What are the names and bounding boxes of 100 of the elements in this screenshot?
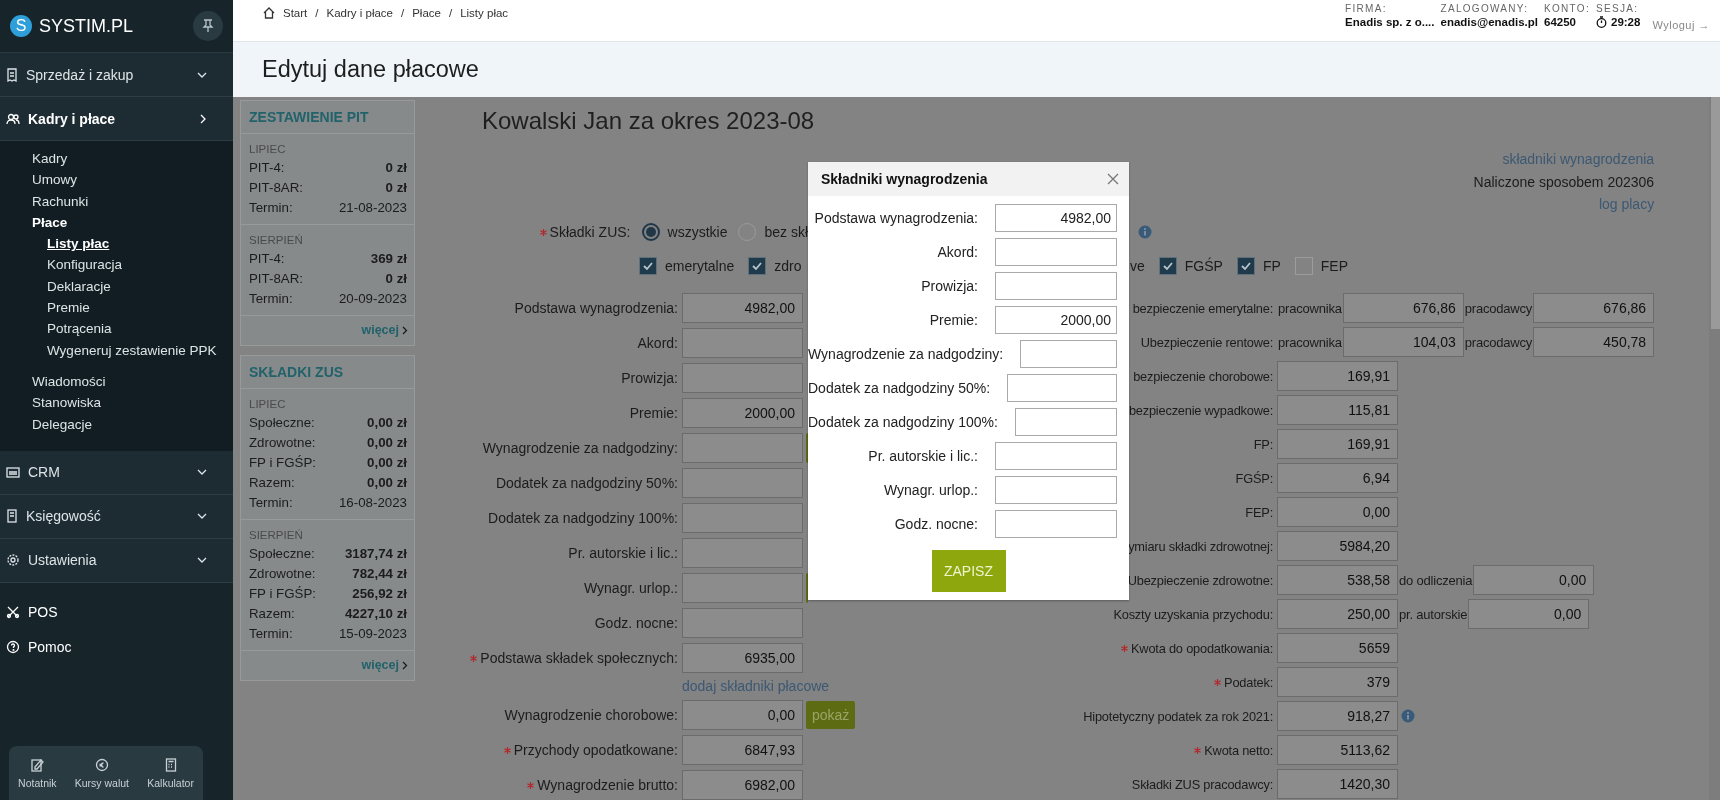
pin-button[interactable] xyxy=(193,11,223,41)
input-field[interactable]: 5659 xyxy=(1277,633,1398,663)
input-field[interactable]: 0,00 xyxy=(1468,599,1590,629)
field-label: Akord: xyxy=(637,335,678,351)
input-field[interactable]: 169,91 xyxy=(1277,429,1398,459)
input-field[interactable] xyxy=(1007,374,1117,402)
submenu-item[interactable]: Umowy xyxy=(0,169,233,191)
checkbox[interactable] xyxy=(639,257,657,276)
tool-button[interactable]: Kalkulator xyxy=(145,753,196,793)
menu-section[interactable]: Sprzedaż i zakup xyxy=(0,53,233,97)
input-field[interactable]: 450,78 xyxy=(1533,327,1655,357)
checkbox[interactable] xyxy=(748,257,767,276)
input-field[interactable]: 676,86 xyxy=(1533,293,1655,323)
submenu-item[interactable]: Premie xyxy=(0,297,233,319)
input-field[interactable]: 2000,00 xyxy=(995,306,1117,334)
input-field[interactable]: 6982,00 xyxy=(682,770,803,800)
menu-section[interactable]: Ustawienia xyxy=(0,538,233,583)
menu-section[interactable]: CRM xyxy=(0,450,233,495)
input-field[interactable]: 169,91 xyxy=(1277,361,1398,391)
summary-label: Razem: xyxy=(249,474,295,492)
input-field[interactable] xyxy=(682,468,803,498)
field-label: Pr. autorskie i lic.: xyxy=(568,545,678,561)
input-field[interactable]: 6847,93 xyxy=(682,735,803,765)
info-icon xyxy=(1138,225,1152,240)
input-field[interactable]: 918,27 xyxy=(1277,701,1398,731)
submenu-item[interactable]: Wygeneruj zestawienie PPK xyxy=(0,339,233,361)
submenu-item[interactable]: Rachunki xyxy=(0,190,233,212)
tool-button[interactable]: Notatnik xyxy=(16,753,59,793)
submenu-item[interactable]: Kadry xyxy=(0,148,233,170)
input-field[interactable] xyxy=(682,573,803,603)
card-title: ZESTAWIENIE PIT xyxy=(241,101,414,134)
field-label: Pr. autorskie i lic.: xyxy=(868,448,978,464)
input-field[interactable] xyxy=(682,608,803,638)
input-field[interactable] xyxy=(682,503,803,533)
input-field[interactable]: 2000,00 xyxy=(682,398,803,428)
input-field[interactable]: 0,00 xyxy=(1473,565,1595,595)
input-field[interactable] xyxy=(995,442,1117,470)
input-field[interactable] xyxy=(682,433,803,463)
field-label: Kwota netto: xyxy=(1204,742,1273,758)
breadcrumb-link[interactable]: Start xyxy=(283,7,308,19)
summary-label: FP i FGŚP: xyxy=(249,454,316,472)
logout-link[interactable]: Wyloguj → xyxy=(1652,19,1710,41)
breadcrumb-link[interactable]: Płace xyxy=(412,7,441,19)
input-field[interactable]: 6935,00 xyxy=(682,643,803,673)
note-icon xyxy=(30,757,45,772)
input-field[interactable]: 379 xyxy=(1277,667,1398,697)
submenu-item[interactable]: Potrącenia xyxy=(0,318,233,340)
menu-link[interactable]: POS xyxy=(0,594,233,630)
input-field[interactable]: 104,03 xyxy=(1342,327,1464,357)
input-field[interactable]: 0,00 xyxy=(1277,497,1398,527)
breadcrumb-link[interactable]: Listy płac xyxy=(460,7,509,19)
scrollbar[interactable] xyxy=(1709,97,1720,800)
input-field[interactable]: 4982,00 xyxy=(995,204,1117,232)
input-field[interactable] xyxy=(682,328,803,358)
input-field[interactable]: 4982,00 xyxy=(682,293,803,323)
close-button[interactable] xyxy=(1107,173,1119,185)
submenu-item[interactable]: Deklaracje xyxy=(0,275,233,298)
menu-section[interactable]: Kadry i płace xyxy=(0,97,233,141)
checkbox[interactable] xyxy=(1158,257,1177,276)
submenu-item[interactable]: Delegacje xyxy=(0,413,233,435)
info-icon xyxy=(1401,709,1415,723)
submenu-item[interactable]: Stanowiska xyxy=(0,392,233,414)
input-field[interactable] xyxy=(1020,340,1117,368)
submenu-item[interactable]: Konfiguracja xyxy=(0,254,233,276)
checkbox-label: FGŚP xyxy=(1184,258,1223,275)
month-label: LIPIEC xyxy=(249,142,287,157)
tool-button[interactable]: Kursy walut xyxy=(72,753,132,793)
input-field[interactable] xyxy=(682,363,803,393)
checkbox[interactable] xyxy=(1236,257,1255,276)
input-field[interactable]: 538,58 xyxy=(1277,565,1398,595)
radio-button[interactable] xyxy=(641,223,660,242)
menu-section[interactable]: Księgowość xyxy=(0,494,233,539)
input-field[interactable] xyxy=(682,538,803,568)
input-field[interactable] xyxy=(995,238,1117,266)
input-field[interactable]: 250,00 xyxy=(1277,599,1398,629)
submenu-item[interactable]: Płace xyxy=(0,211,233,234)
submenu-item[interactable]: Listy płac xyxy=(0,233,233,255)
receipt-icon xyxy=(6,67,18,82)
input-field[interactable]: 0,00 xyxy=(682,700,803,730)
checkbox[interactable] xyxy=(1294,257,1313,276)
button-edge[interactable] xyxy=(806,433,808,463)
input-field[interactable] xyxy=(995,510,1117,538)
calculator-icon xyxy=(164,757,177,772)
summary-value: 0,00 zł xyxy=(367,454,407,472)
input-field[interactable]: 6,94 xyxy=(1277,463,1398,493)
required-mark-icon xyxy=(527,781,535,789)
menu-link[interactable]: Pomoc xyxy=(0,629,233,665)
input-field[interactable]: 676,86 xyxy=(1342,293,1464,323)
input-field[interactable] xyxy=(995,272,1117,300)
button-edge[interactable] xyxy=(806,573,808,603)
submenu-item[interactable]: Wiadomości xyxy=(0,370,233,393)
field-label: Prowizja: xyxy=(621,370,678,386)
input-field[interactable]: 5984,20 xyxy=(1277,531,1398,561)
field-label: Przychody opodatkowane: xyxy=(513,742,678,758)
input-field[interactable]: 5113,62 xyxy=(1277,735,1398,765)
input-field[interactable] xyxy=(1014,408,1117,436)
input-field[interactable] xyxy=(995,476,1117,504)
input-field[interactable]: 115,81 xyxy=(1277,395,1398,425)
input-field[interactable]: 1420,30 xyxy=(1277,769,1398,799)
breadcrumb-link[interactable]: Kadry i płace xyxy=(326,7,393,19)
